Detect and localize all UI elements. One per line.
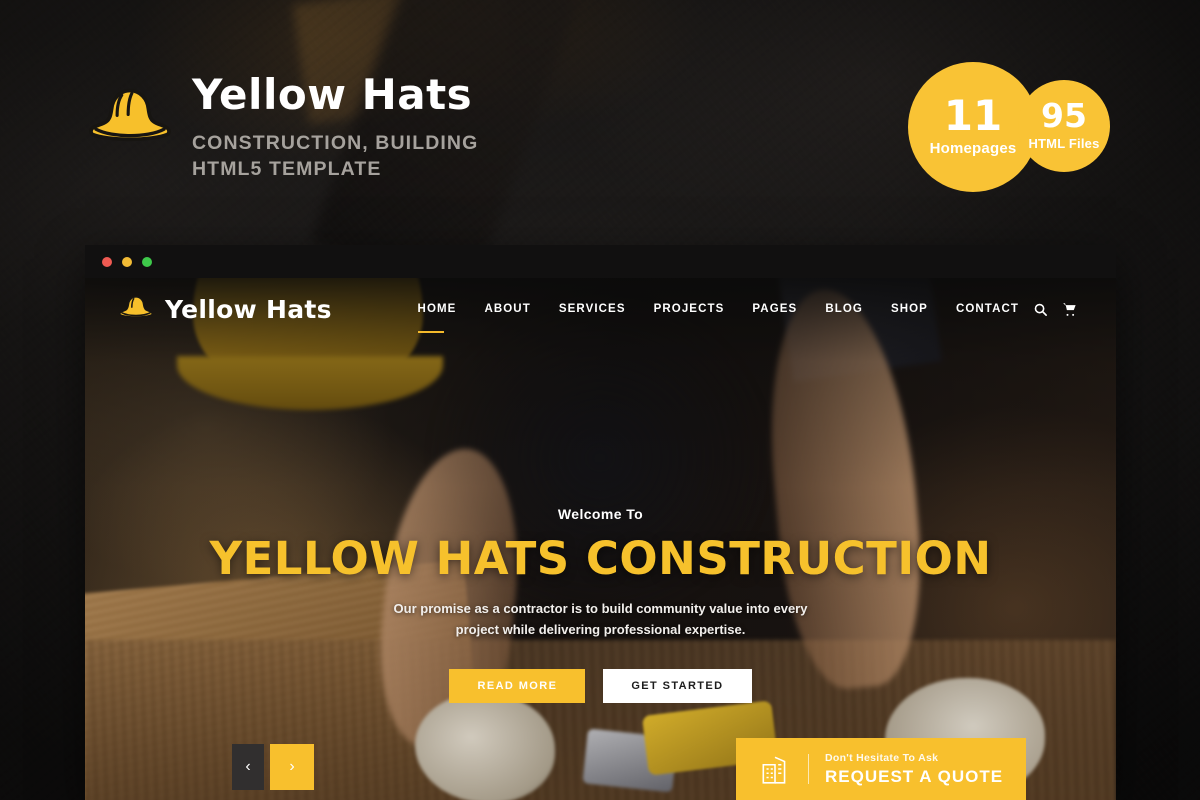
browser-title-bar <box>85 245 1116 278</box>
badge-html-files-number: 95 <box>1041 95 1087 135</box>
hard-hat-icon <box>117 290 155 328</box>
hard-hat-icon <box>84 74 176 166</box>
quote-divider <box>808 754 809 784</box>
window-close-dot[interactable] <box>102 256 112 267</box>
main-menu: HOME ABOUT SERVICES PROJECTS PAGES BLOG … <box>404 283 1033 335</box>
menu-item-blog[interactable]: BLOG <box>811 283 877 335</box>
cart-icon[interactable] <box>1062 302 1078 317</box>
nav-icons <box>1033 302 1084 317</box>
website-preview: Yellow Hats HOME ABOUT SERVICES PROJECTS… <box>85 278 1116 800</box>
badge-html-files-label: HTML Files <box>1028 136 1100 152</box>
request-quote-box[interactable]: Don't Hesitate To Ask REQUEST A QUOTE <box>736 738 1026 800</box>
hero-section: Welcome To YELLOW HATS CONSTRUCTION Our … <box>85 506 1116 703</box>
quote-subtitle: Don't Hesitate To Ask <box>825 751 939 764</box>
menu-item-services[interactable]: SERVICES <box>545 283 640 335</box>
menu-item-about[interactable]: ABOUT <box>470 283 544 335</box>
hero-welcome-text: Welcome To <box>557 506 644 522</box>
menu-item-home[interactable]: HOME <box>404 283 471 335</box>
read-more-button[interactable]: READ MORE <box>449 668 586 703</box>
badge-html-files: 95 HTML Files <box>1018 80 1110 172</box>
site-logo-text: Yellow Hats <box>165 294 332 324</box>
site-logo[interactable]: Yellow Hats <box>117 290 384 328</box>
menu-item-shop[interactable]: SHOP <box>877 283 942 335</box>
page-title: Yellow Hats <box>192 70 473 119</box>
slider-controls: ‹ › <box>232 744 314 790</box>
hero-title: YELLOW HATS CONSTRUCTION <box>209 532 992 585</box>
menu-item-projects[interactable]: PROJECTS <box>640 283 739 335</box>
quote-title: REQUEST A QUOTE <box>825 766 1004 786</box>
badge-homepages-number: 11 <box>943 90 1003 140</box>
menu-item-contact[interactable]: CONTACT <box>942 283 1033 335</box>
window-minimize-dot[interactable] <box>122 256 132 267</box>
menu-item-pages[interactable]: PAGES <box>738 283 811 335</box>
subtitle-line-1: CONSTRUCTION, BUILDING <box>192 132 479 154</box>
browser-mockup: Yellow Hats HOME ABOUT SERVICES PROJECTS… <box>85 245 1116 800</box>
slider-next-icon[interactable]: › <box>270 744 314 790</box>
get-started-button[interactable]: GET STARTED <box>603 668 752 703</box>
site-navigation: Yellow Hats HOME ABOUT SERVICES PROJECTS… <box>85 278 1116 340</box>
window-maximize-dot[interactable] <box>142 256 152 267</box>
badge-homepages-label: Homepages <box>929 140 1017 158</box>
hero-buttons: READ MORE GET STARTED <box>85 668 1116 703</box>
slider-prev-icon[interactable]: ‹ <box>232 744 264 790</box>
subtitle-line-2: HTML5 TEMPLATE <box>192 158 382 181</box>
quote-text: Don't Hesitate To Ask REQUEST A QUOTE <box>825 752 1003 787</box>
search-icon[interactable] <box>1033 302 1048 317</box>
stat-badges: 11 Homepages 95 HTML Files <box>908 62 1128 192</box>
page-subtitle: CONSTRUCTION, BUILDING HTML5 TEMPLATE <box>192 130 478 182</box>
hero-description: Our promise as a contractor is to build … <box>393 601 808 638</box>
brand-header: Yellow Hats CONSTRUCTION, BUILDING HTML5… <box>84 66 478 182</box>
building-icon <box>758 752 792 786</box>
